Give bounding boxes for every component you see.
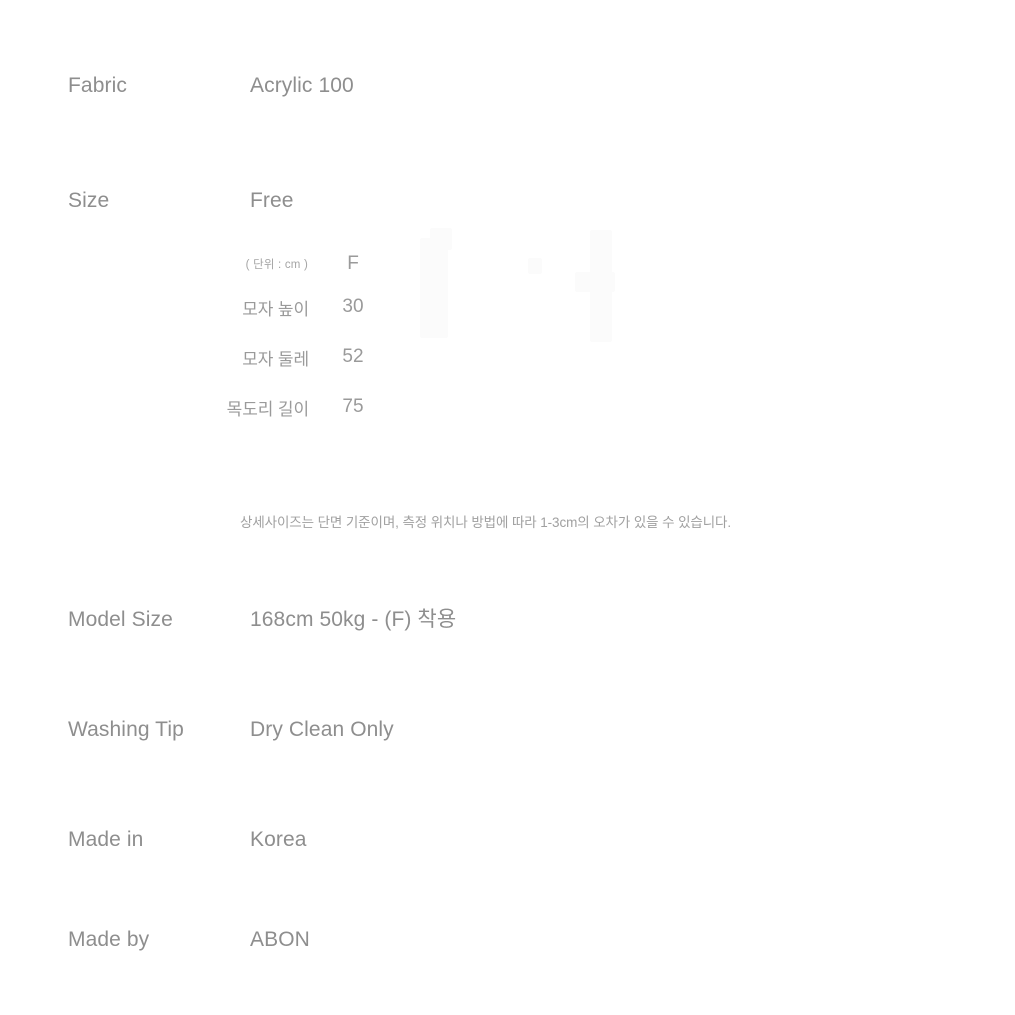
spec-value-made-in: Korea	[250, 828, 307, 851]
spec-label-washing-tip: Washing Tip	[68, 718, 184, 741]
size-table-unit-note: ( 단위 : cm )	[245, 259, 308, 271]
size-disclaimer-text: 상세사이즈는 단면 기준이며, 측정 위치나 방법에 따라 1-3cm의 오차가…	[240, 515, 732, 530]
measure-name-hat-height: 모자 높이	[242, 299, 309, 319]
background-artifact	[575, 272, 615, 292]
spec-label-made-by: Made by	[68, 928, 150, 951]
background-artifact	[430, 228, 452, 250]
background-artifact	[420, 238, 448, 338]
size-table-column-header-f: F	[347, 253, 359, 274]
table-row: 목도리 길이 75	[200, 382, 397, 432]
spec-value-made-by: ABON	[250, 928, 310, 951]
measure-value-scarf-length: 75	[342, 396, 364, 417]
spec-row-made-by: Made by ABON	[68, 928, 310, 952]
measure-name-scarf-length: 목도리 길이	[226, 399, 309, 419]
spec-value-washing-tip: Dry Clean Only	[250, 718, 394, 741]
table-header-row: ( 단위 : cm ) F	[200, 246, 397, 282]
spec-row-washing-tip: Washing Tip Dry Clean Only	[68, 718, 394, 742]
spec-value-fabric: Acrylic 100	[250, 74, 354, 97]
spec-label-fabric: Fabric	[68, 74, 127, 97]
spec-value-model-size: 168cm 50kg - (F) 착용	[250, 608, 457, 631]
table-row: 모자 높이 30	[200, 282, 397, 332]
measure-name-hat-circumference: 모자 둘레	[242, 349, 309, 369]
product-detail-sheet: Fabric Acrylic 100 Size Free ( 단위 : cm )…	[0, 0, 1015, 1015]
spec-row-made-in: Made in Korea	[68, 828, 307, 852]
spec-label-made-in: Made in	[68, 828, 144, 851]
spec-label-size: Size	[68, 189, 110, 212]
spec-row-size: Size Free	[68, 189, 294, 213]
background-artifact	[590, 230, 612, 342]
spec-row-model-size: Model Size 168cm 50kg - (F) 착용	[68, 603, 456, 633]
table-row: 모자 둘레 52	[200, 332, 397, 382]
size-measurement-table: ( 단위 : cm ) F 모자 높이 30 모자 둘레 52 목도리 길이 7…	[200, 246, 397, 432]
spec-row-fabric: Fabric Acrylic 100	[68, 74, 354, 98]
measure-value-hat-circumference: 52	[342, 346, 364, 367]
spec-value-size: Free	[250, 189, 294, 212]
measure-value-hat-height: 30	[342, 296, 364, 317]
spec-label-model-size: Model Size	[68, 608, 173, 631]
background-artifact	[528, 258, 542, 274]
